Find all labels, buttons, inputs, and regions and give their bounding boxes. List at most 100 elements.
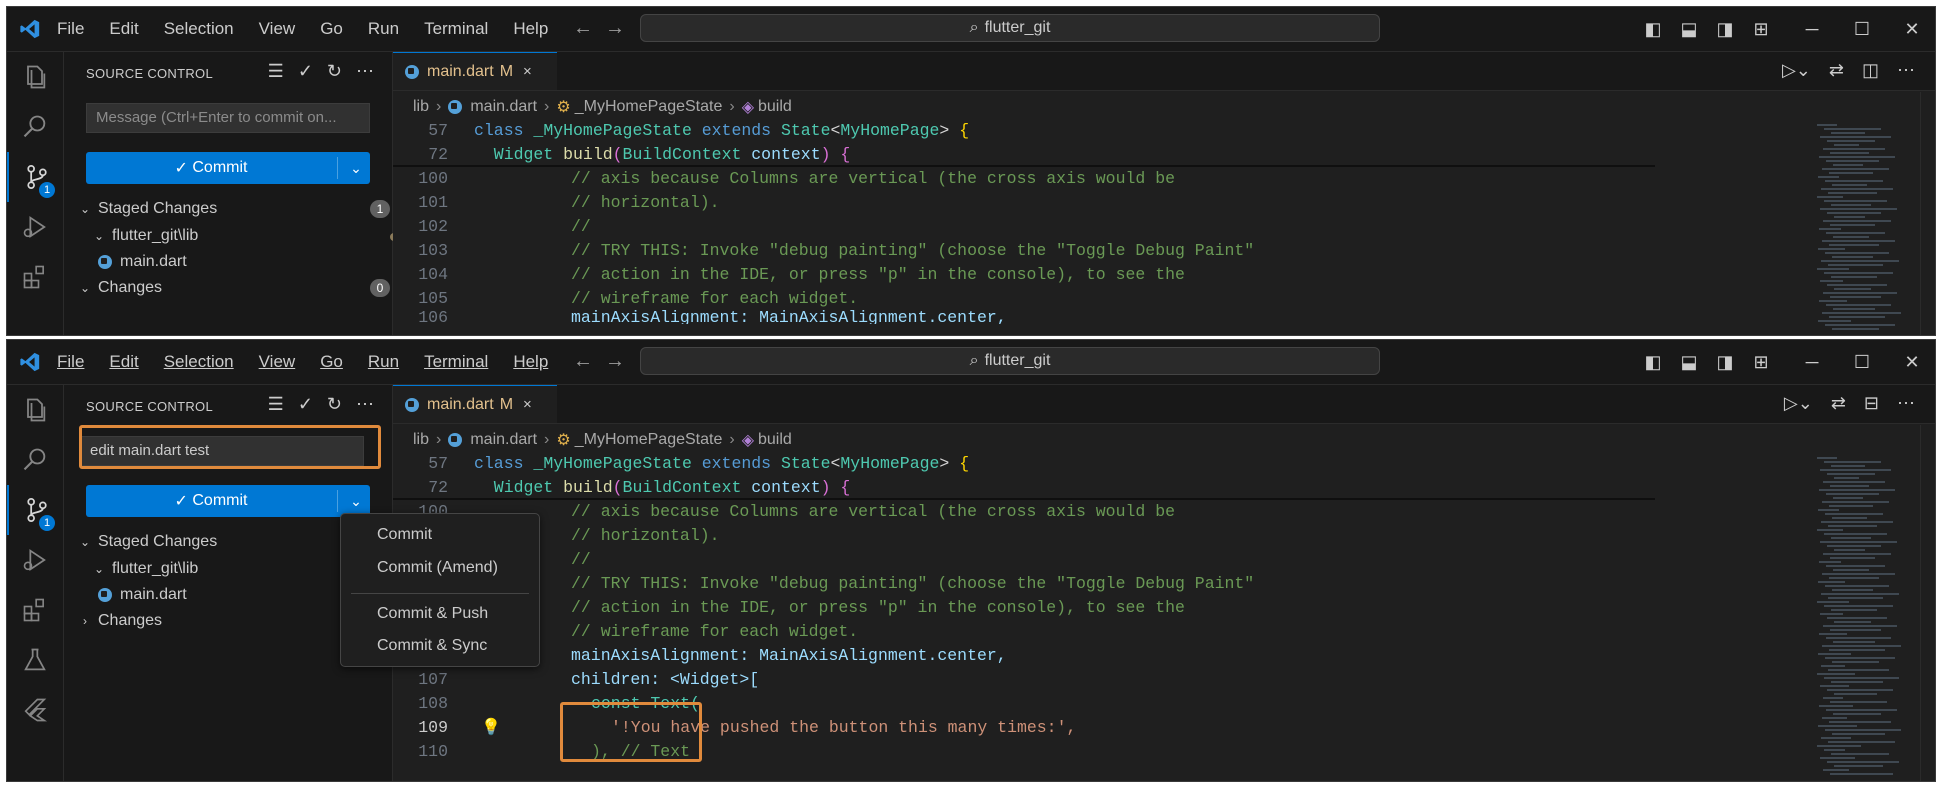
breadcrumb-file[interactable]: main.dart [470,98,537,116]
close-icon[interactable]: × [523,63,532,80]
back-arrow-icon[interactable]: ← [573,17,593,40]
changes-header[interactable]: ⌄ Changes 0 [64,275,406,301]
toggle-sidebar-icon[interactable]: ◧ [1635,19,1671,40]
menu-help[interactable]: Help [513,352,548,372]
explorer-icon[interactable] [7,385,63,435]
staged-file-row[interactable]: main.dartM [64,249,426,275]
menu-terminal[interactable]: Terminal [424,19,488,39]
open-changes-icon[interactable]: ⇄ [1829,60,1844,81]
lightbulb-icon[interactable]: 💡 [481,717,501,737]
commit-button[interactable]: ✓ Commit ⌄ [86,485,370,517]
view-as-tree-icon[interactable]: ☰ [268,394,284,415]
commit-check-icon[interactable]: ✓ [298,61,313,82]
explorer-icon[interactable] [7,52,63,102]
menu-view[interactable]: View [259,19,296,39]
folder-row[interactable]: ⌄ flutter_git\lib [64,223,420,249]
commit-message-input[interactable]: Message (Ctrl+Enter to commit on... [86,103,370,133]
testing-flask-icon[interactable] [7,635,63,685]
maximize-icon[interactable]: ☐ [1837,19,1887,40]
run-debug-icon[interactable] [7,202,63,252]
menu-run[interactable]: Run [368,352,399,372]
breadcrumb-lib[interactable]: lib [413,431,429,449]
minimap-line [1818,509,1839,511]
commit-button[interactable]: ✓ Commit ⌄ [86,152,370,184]
run-debug-menu-icon[interactable]: ▷⌄ [1784,393,1813,414]
highlight-commit-message [79,425,381,469]
forward-arrow-icon[interactable]: → [605,350,625,373]
more-actions-icon[interactable]: ⋯ [1897,393,1915,414]
breadcrumb-class[interactable]: _MyHomePageState [575,431,723,449]
menu-item-commit-push[interactable]: Commit & Push [341,601,539,627]
vertical-scrollbar[interactable] [1920,425,1935,781]
close-window-icon[interactable]: ✕ [1887,19,1935,40]
breadcrumb-method[interactable]: build [758,98,792,116]
command-center-search[interactable]: ⌕ flutter_git [640,347,1380,375]
vertical-scrollbar[interactable] [1920,92,1935,335]
more-actions-icon[interactable]: ⋯ [356,61,374,82]
menu-run[interactable]: Run [368,19,399,39]
source-control-icon[interactable]: 1 [7,152,65,202]
more-actions-icon[interactable]: ⋯ [1897,60,1915,81]
search-view-icon[interactable] [7,435,63,485]
commit-check-icon[interactable]: ✓ [298,394,313,415]
menu-go[interactable]: Go [320,352,343,372]
tab-main-dart[interactable]: main.dart M × [393,385,557,423]
tab-main-dart[interactable]: main.dart M × [393,52,557,90]
menu-edit[interactable]: Edit [109,19,138,39]
search-view-icon[interactable] [7,102,63,152]
more-actions-icon[interactable]: ⋯ [356,394,374,415]
maximize-icon[interactable]: ☐ [1837,352,1887,373]
minimap-line [1832,184,1867,186]
run-debug-icon[interactable] [7,535,63,585]
split-editor-down-icon[interactable]: ⊟ [1864,393,1879,414]
menu-help[interactable]: Help [513,19,548,39]
toggle-secondary-sidebar-icon[interactable]: ◨ [1707,352,1743,373]
split-editor-icon[interactable]: ◫ [1862,60,1879,81]
menu-selection[interactable]: Selection [164,19,234,39]
toggle-panel-icon[interactable]: ⬓ [1671,19,1707,40]
view-as-tree-icon[interactable]: ☰ [268,61,284,82]
source-control-icon[interactable]: 1 [7,485,65,535]
menu-go[interactable]: Go [320,19,343,39]
menu-item-commit[interactable]: Commit [341,522,539,548]
minimize-icon[interactable]: ─ [1787,352,1837,373]
toggle-secondary-sidebar-icon[interactable]: ◨ [1707,19,1743,40]
refresh-icon[interactable]: ↻ [327,61,342,82]
code-line: 106mainAxisAlignment: MainAxisAlignment.… [418,310,1007,324]
toggle-panel-icon[interactable]: ⬓ [1671,352,1707,373]
close-icon[interactable]: × [523,396,532,413]
menu-file[interactable]: File [57,352,84,372]
breadcrumb-file[interactable]: main.dart [470,431,537,449]
customize-layout-icon[interactable]: ⊞ [1743,352,1779,373]
tab-status: M [499,62,514,80]
extensions-icon[interactable] [7,585,63,635]
flutter-icon[interactable] [7,685,63,735]
menu-edit[interactable]: Edit [109,352,138,372]
minimize-icon[interactable]: ─ [1787,19,1837,40]
minimap[interactable] [1813,451,1913,781]
menu-selection[interactable]: Selection [164,352,234,372]
toggle-sidebar-icon[interactable]: ◧ [1635,352,1671,373]
menu-file[interactable]: File [57,19,84,39]
staged-changes-header[interactable]: ⌄ Staged Changes 1 [64,196,406,222]
menu-view[interactable]: View [259,352,296,372]
menu-terminal[interactable]: Terminal [424,352,488,372]
code-line: 106mainAxisAlignment: MainAxisAlignment.… [418,645,1007,665]
forward-arrow-icon[interactable]: → [605,17,625,40]
run-debug-menu-icon[interactable]: ▷⌄ [1782,60,1811,81]
refresh-icon[interactable]: ↻ [327,394,342,415]
breadcrumb-class[interactable]: _MyHomePageState [575,98,723,116]
customize-layout-icon[interactable]: ⊞ [1743,19,1779,40]
breadcrumb-method[interactable]: build [758,431,792,449]
extensions-icon[interactable] [7,252,63,302]
minimap-line [1830,773,1893,775]
open-changes-icon[interactable]: ⇄ [1831,393,1846,414]
commit-dropdown-chevron-icon[interactable]: ⌄ [342,152,370,184]
minimap[interactable] [1813,118,1913,335]
back-arrow-icon[interactable]: ← [573,350,593,373]
breadcrumb-lib[interactable]: lib [413,98,429,116]
menu-item-commit-amend[interactable]: Commit (Amend) [341,555,539,581]
menu-item-commit-sync[interactable]: Commit & Sync [341,633,539,659]
close-window-icon[interactable]: ✕ [1887,352,1935,373]
command-center-search[interactable]: ⌕ flutter_git [640,14,1380,42]
